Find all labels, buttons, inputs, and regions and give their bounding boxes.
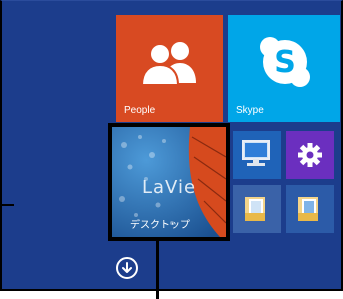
desktop-tile[interactable]: LaVie デスクトップ [108,123,230,241]
people-tile-label: People [124,105,156,116]
down-arrow-circle-icon [122,262,132,273]
folder-icon [245,197,265,221]
start-screen: People S Skype LaVie デスクトップ [0,0,343,291]
gear-icon [298,143,322,167]
settings-tile[interactable] [286,131,334,179]
desktop-tile-label: デスクトップ [130,220,190,231]
skype-icon: S [260,37,310,87]
callout-line [156,238,159,299]
folder-icon [298,197,318,221]
computer-icon [242,140,270,166]
people-tile[interactable]: People [116,15,223,122]
computer-tile[interactable] [233,131,281,179]
all-apps-button[interactable] [116,257,138,279]
folder-tile-1[interactable] [233,185,281,233]
lavie-logo: LaVie [141,177,197,198]
people-icon [140,42,196,85]
skype-tile-label: Skype [236,105,264,116]
skype-tile[interactable]: S Skype [228,15,340,122]
callout-line-left [0,204,14,206]
svg-text:S: S [274,45,296,80]
folder-tile-2[interactable] [286,185,334,233]
